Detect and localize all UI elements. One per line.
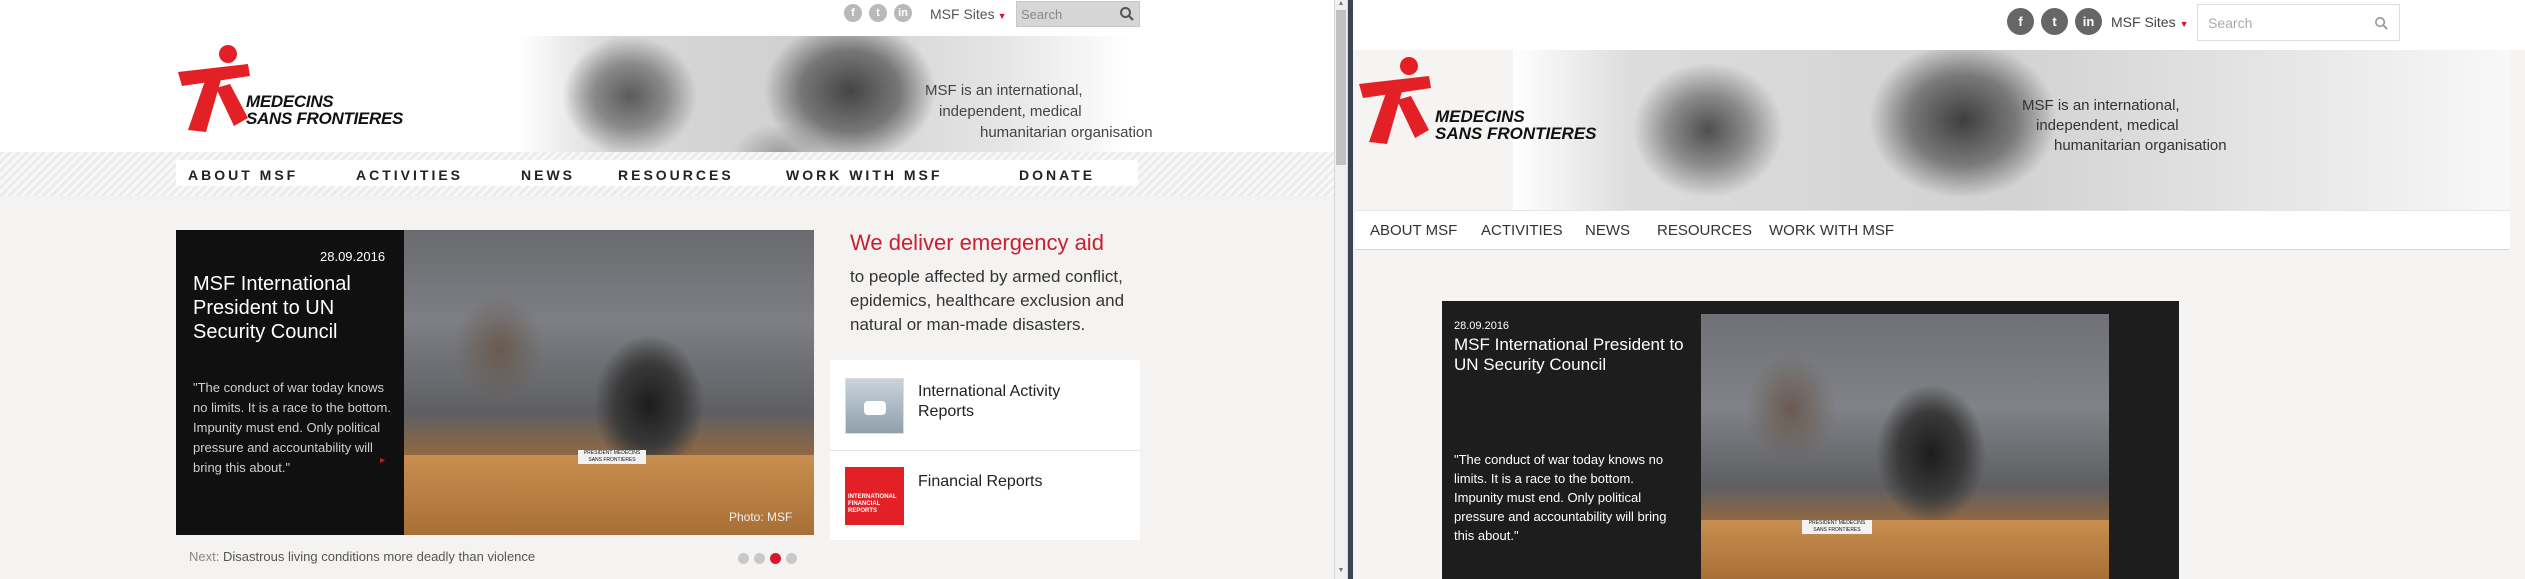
scroll-down-arrow-icon[interactable]: ▼ bbox=[1336, 567, 1346, 574]
photo-credit: Photo: MSF bbox=[729, 510, 793, 524]
right-main-nav: ABOUT MSF ACTIVITIES NEWS RESOURCES WORK… bbox=[1355, 210, 2510, 250]
activity-reports-link[interactable]: International Activity Reports bbox=[918, 382, 1118, 422]
left-tagline: MSF is an international, independent, me… bbox=[925, 80, 1165, 143]
nav-work-with-msf[interactable]: WORK WITH MSF bbox=[786, 167, 942, 183]
logo-line-1: MEDECINS bbox=[1435, 107, 1525, 126]
search-input[interactable] bbox=[1021, 5, 1113, 23]
left-name-placard: PRESIDENT MEDECINS SANS FRONTIERES bbox=[578, 450, 646, 464]
next-label: Next: bbox=[189, 549, 220, 564]
msf-sites-dropdown[interactable]: MSF Sites ▼ bbox=[2111, 14, 2189, 30]
tagline-line-2: independent, medical bbox=[2036, 117, 2179, 134]
twitter-icon[interactable]: t bbox=[2041, 8, 2068, 35]
read-more-arrow-icon[interactable]: ▸ bbox=[380, 455, 385, 466]
emergency-heading: We deliver emergency aid bbox=[850, 230, 1104, 255]
facebook-icon[interactable]: f bbox=[2007, 8, 2034, 35]
logo-line-2: SANS FRONTIERES bbox=[1435, 124, 1597, 143]
search-icon[interactable] bbox=[1119, 6, 1135, 22]
facebook-icon[interactable]: f bbox=[844, 4, 862, 22]
left-scrollbar-thumb[interactable] bbox=[1336, 10, 1346, 165]
caret-down-icon: ▼ bbox=[2179, 19, 2189, 29]
next-story[interactable]: Next: Disastrous living conditions more … bbox=[189, 549, 535, 564]
nav-activities[interactable]: ACTIVITIES bbox=[1481, 222, 1563, 239]
left-main-nav: ABOUT MSF ACTIVITIES NEWS RESOURCES WORK… bbox=[176, 160, 1138, 186]
nav-resources[interactable]: RESOURCES bbox=[1657, 222, 1752, 239]
nav-donate[interactable]: DONATE bbox=[1019, 167, 1095, 183]
emergency-text: to people affected by armed conflict, ep… bbox=[850, 267, 1125, 334]
right-tagline: MSF is an international, independent, me… bbox=[2022, 96, 2262, 156]
nav-resources[interactable]: RESOURCES bbox=[618, 167, 734, 183]
msf-sites-label: MSF Sites bbox=[2111, 14, 2176, 30]
right-feature-quote: "The conduct of war today knows no limit… bbox=[1454, 452, 1667, 543]
msf-sites-label: MSF Sites bbox=[930, 6, 995, 22]
nav-news[interactable]: NEWS bbox=[1585, 222, 1630, 239]
msf-sites-dropdown[interactable]: MSF Sites ▼ bbox=[930, 6, 1007, 22]
nav-about-msf[interactable]: ABOUT MSF bbox=[188, 167, 298, 183]
tagline-line-3: humanitarian organisation bbox=[2054, 137, 2227, 154]
msf-logo-icon[interactable] bbox=[1357, 54, 1433, 146]
msf-logo-icon[interactable] bbox=[176, 42, 252, 134]
right-hero-image bbox=[1513, 50, 2510, 210]
activity-reports-thumbnail[interactable] bbox=[845, 378, 904, 434]
search-box bbox=[1016, 1, 1140, 27]
financial-reports-link[interactable]: Financial Reports bbox=[918, 473, 1043, 491]
slider-dot-1[interactable] bbox=[738, 553, 749, 564]
left-feature-date: 28.09.2016 bbox=[320, 249, 386, 264]
slider-dots bbox=[738, 551, 802, 569]
right-feature-date: 28.09.2016 bbox=[1454, 320, 1510, 332]
nav-activities[interactable]: ACTIVITIES bbox=[356, 167, 463, 183]
left-logo-text[interactable]: MEDECINS SANS FRONTIERES bbox=[246, 93, 403, 127]
search-input[interactable] bbox=[2208, 14, 2368, 32]
right-feature-title[interactable]: MSF International President to UN Securi… bbox=[1454, 335, 1689, 375]
slider-dot-3[interactable] bbox=[770, 553, 781, 564]
tagline-line-2: independent, medical bbox=[939, 103, 1082, 120]
nav-work-with-msf[interactable]: WORK WITH MSF bbox=[1769, 222, 1894, 239]
right-name-placard: PRESIDENT MEDECINS SANS FRONTIERES bbox=[1802, 520, 1872, 534]
right-desk-image bbox=[1701, 520, 2109, 579]
right-logo-text[interactable]: MEDECINS SANS FRONTIERES bbox=[1435, 108, 1597, 142]
logo-line-1: MEDECINS bbox=[246, 92, 334, 111]
reports-divider bbox=[830, 450, 1140, 451]
left-feature-title[interactable]: MSF International President to UN Securi… bbox=[193, 272, 393, 344]
slider-dot-2[interactable] bbox=[754, 553, 765, 564]
left-feature-quote: "The conduct of war today knows no limit… bbox=[193, 380, 391, 475]
tagline-line-1: MSF is an international, bbox=[2022, 97, 2180, 114]
slider-dot-4[interactable] bbox=[786, 553, 797, 564]
linkedin-icon[interactable]: in bbox=[894, 4, 912, 22]
next-story-link[interactable]: Disastrous living conditions more deadly… bbox=[223, 549, 535, 564]
caret-down-icon: ▼ bbox=[997, 11, 1007, 21]
financial-reports-thumbnail[interactable]: INTERNATIONAL FINANCIAL REPORTS bbox=[845, 467, 904, 525]
logo-line-2: SANS FRONTIERES bbox=[246, 109, 404, 128]
scroll-up-arrow-icon[interactable]: ▲ bbox=[1336, 0, 1346, 7]
linkedin-icon[interactable]: in bbox=[2075, 8, 2102, 35]
nav-news[interactable]: NEWS bbox=[521, 167, 575, 183]
tagline-line-1: MSF is an international, bbox=[925, 82, 1083, 99]
tagline-line-3: humanitarian organisation bbox=[980, 124, 1153, 141]
search-icon[interactable] bbox=[2374, 16, 2389, 31]
twitter-icon[interactable]: t bbox=[869, 4, 887, 22]
search-box bbox=[2197, 4, 2400, 41]
nav-about-msf[interactable]: ABOUT MSF bbox=[1370, 222, 1457, 239]
